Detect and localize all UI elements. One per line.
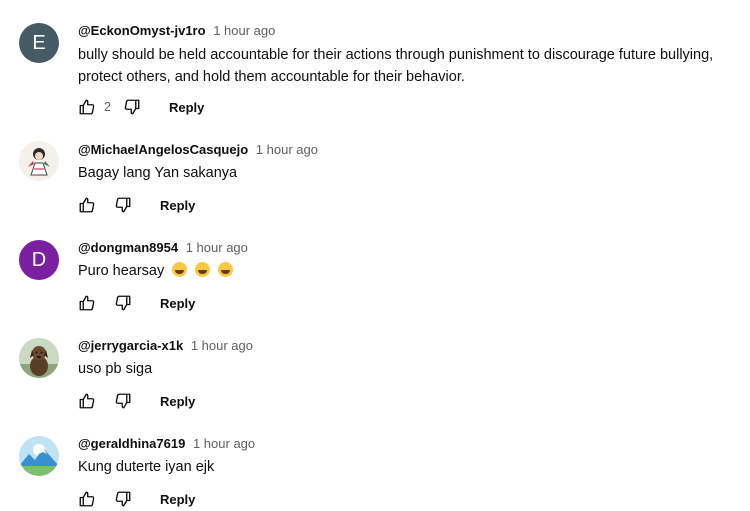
thumbs-up-icon (79, 491, 95, 507)
comment-actions: Reply (76, 389, 195, 413)
comment-text-content: Puro hearsay (78, 263, 165, 279)
comment-header: @jerrygarcia-x1k 1 hour ago (78, 338, 253, 354)
avatar[interactable] (19, 436, 59, 476)
like-button[interactable] (76, 292, 98, 314)
avatar[interactable] (19, 141, 59, 181)
reply-button[interactable]: Reply (160, 198, 195, 213)
comment-text: uso pb siga (78, 361, 153, 377)
avatar-letter: D (31, 248, 47, 271)
laughing-emoji-icon (172, 262, 188, 277)
comment-timestamp[interactable]: 1 hour ago (193, 436, 255, 451)
comment-text: Puro hearsay (78, 260, 738, 282)
avatar[interactable]: D (19, 240, 59, 280)
comment-header: @MichaelAngelosCasquejo 1 hour ago (78, 142, 318, 158)
reply-button[interactable]: Reply (160, 492, 195, 507)
comment-header: @EckonOmyst-jv1ro 1 hour ago (78, 23, 275, 39)
comment-timestamp[interactable]: 1 hour ago (213, 23, 275, 38)
thumbs-down-icon (115, 393, 131, 409)
comment-author[interactable]: @dongman8954 (78, 240, 178, 255)
anime-figure-avatar-icon (19, 141, 59, 181)
thumbs-up-icon (79, 393, 95, 409)
dislike-button[interactable] (121, 96, 143, 118)
comment-text: Bagay lang Yan sakanya (78, 165, 238, 181)
thumbs-down-icon (115, 197, 131, 213)
like-count: 2 (104, 100, 111, 114)
comment-author[interactable]: @MichaelAngelosCasquejo (78, 142, 248, 157)
mountain-landscape-avatar-icon (19, 436, 59, 476)
like-button[interactable] (76, 390, 98, 412)
thumbs-down-icon (124, 99, 140, 115)
thumbs-up-icon (79, 197, 95, 213)
laughing-emoji-icon (195, 262, 211, 277)
reply-button[interactable]: Reply (160, 296, 195, 311)
laughing-emoji-icon (218, 262, 234, 277)
comment-text: Kung duterte iyan ejk (78, 459, 215, 475)
thumbs-up-icon (79, 99, 95, 115)
comment-timestamp[interactable]: 1 hour ago (186, 240, 248, 255)
avatar-letter: E (32, 31, 46, 54)
comment-text: bully should be held accountable for the… (78, 47, 714, 85)
comment-actions: Reply (76, 291, 195, 315)
like-button[interactable] (76, 488, 98, 510)
comment-author[interactable]: @EckonOmyst-jv1ro (78, 23, 206, 38)
comment-author[interactable]: @geraldhina7619 (78, 436, 185, 451)
dislike-button[interactable] (112, 488, 134, 510)
comment-header: @geraldhina7619 1 hour ago (78, 436, 255, 452)
comment-actions: Reply (76, 193, 195, 217)
comment-actions: 2 Reply (76, 95, 204, 119)
comment-header: @dongman8954 1 hour ago (78, 240, 248, 256)
thumbs-up-icon (79, 295, 95, 311)
comment-author[interactable]: @jerrygarcia-x1k (78, 338, 183, 353)
dog-avatar-icon (19, 338, 59, 378)
like-button[interactable] (76, 194, 98, 216)
dislike-button[interactable] (112, 292, 134, 314)
dislike-button[interactable] (112, 194, 134, 216)
reply-button[interactable]: Reply (169, 100, 204, 115)
thumbs-down-icon (115, 295, 131, 311)
avatar[interactable]: E (19, 23, 59, 63)
like-button[interactable] (76, 96, 98, 118)
avatar[interactable] (19, 338, 59, 378)
reply-button[interactable]: Reply (160, 394, 195, 409)
comment-actions: Reply (76, 487, 195, 511)
thumbs-down-icon (115, 491, 131, 507)
dislike-button[interactable] (112, 390, 134, 412)
comment-timestamp[interactable]: 1 hour ago (191, 338, 253, 353)
comment-timestamp[interactable]: 1 hour ago (256, 142, 318, 157)
